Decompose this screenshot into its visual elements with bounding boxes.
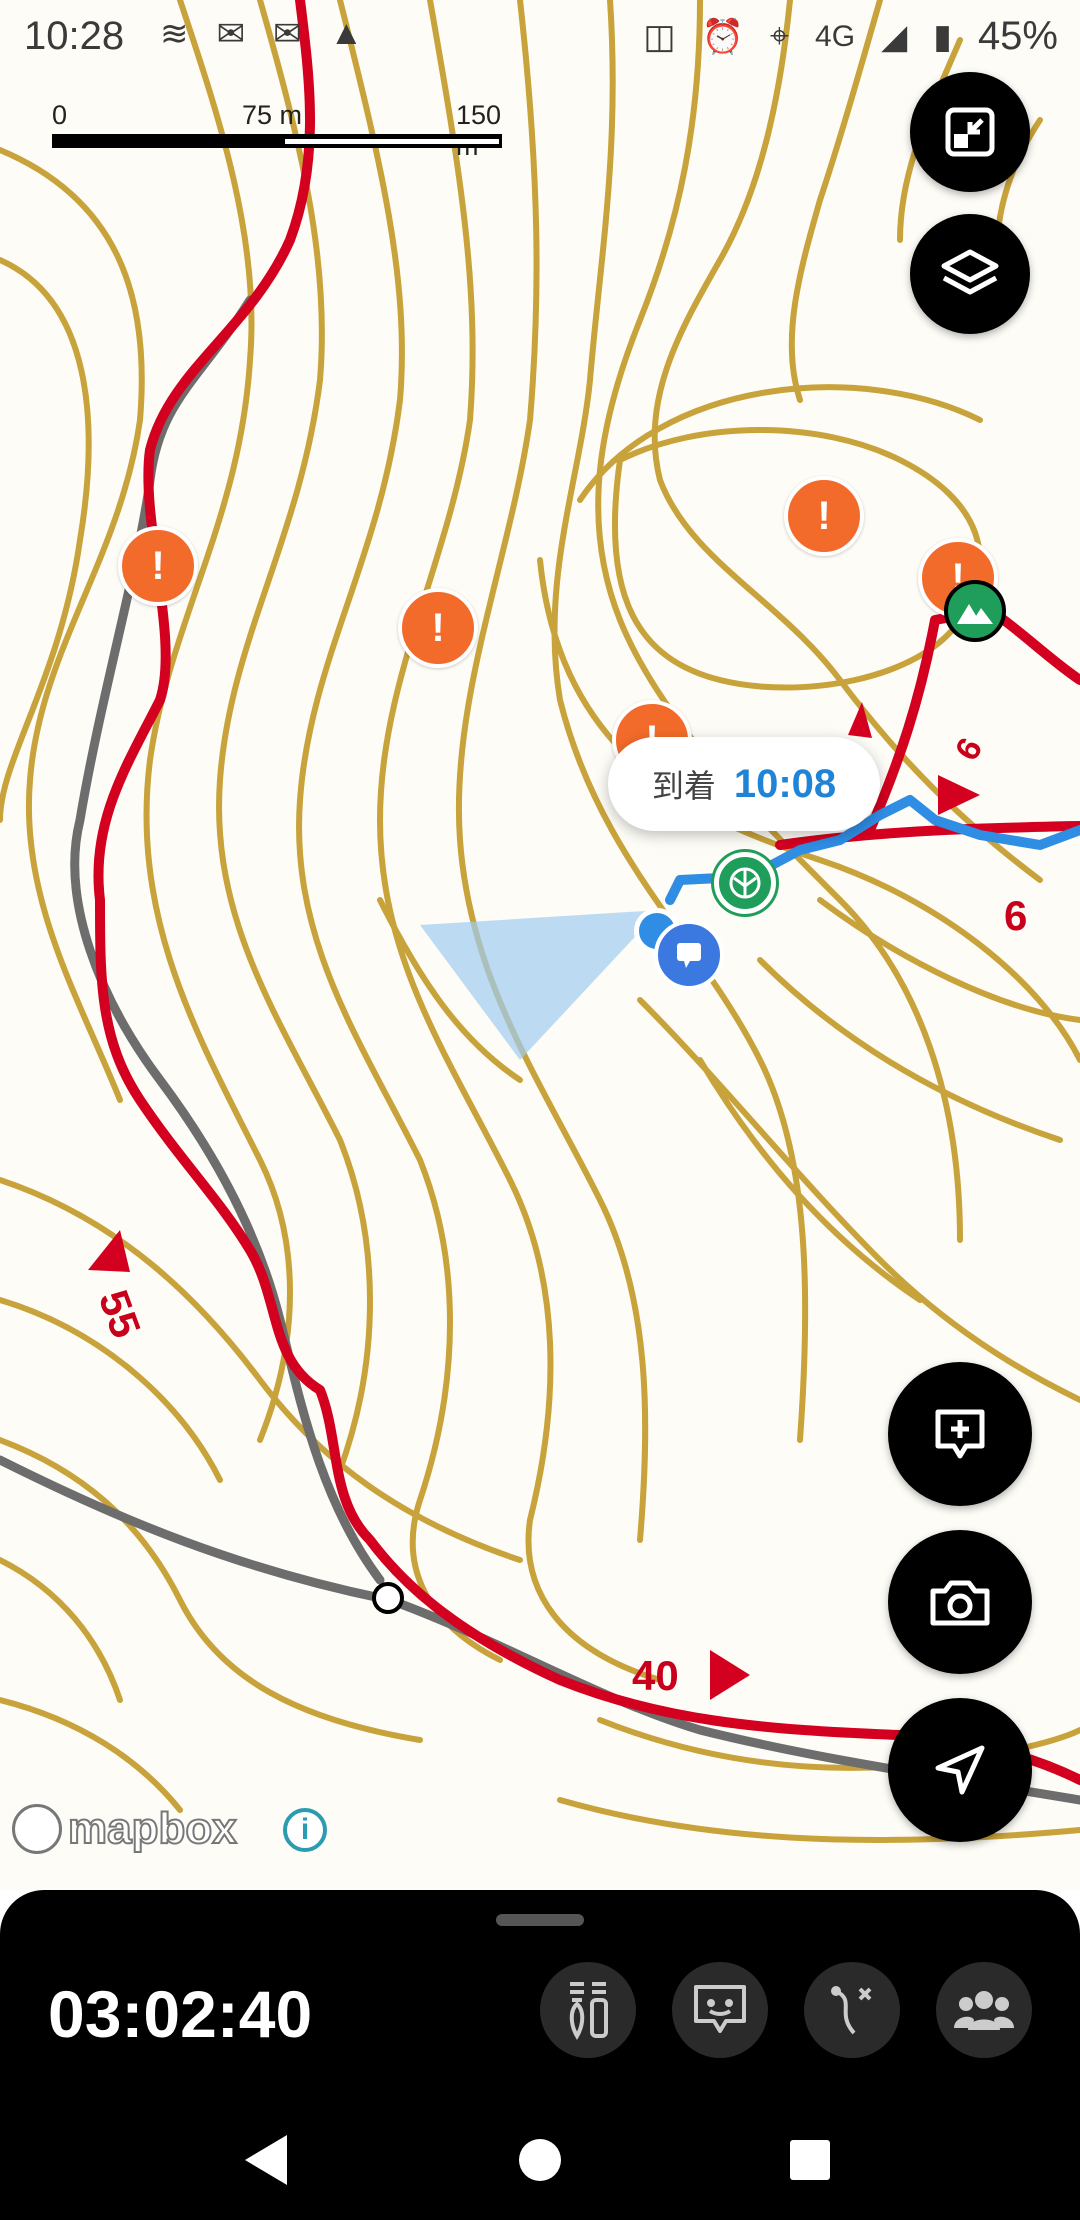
- weather-icon: ≋: [160, 15, 189, 53]
- checkpoint-marker[interactable]: [714, 852, 776, 914]
- mapbox-mark-icon: [12, 1804, 62, 1854]
- signal-icon: ◢: [881, 17, 908, 56]
- layers-icon: [941, 249, 999, 295]
- nfc-icon: ◫: [643, 17, 676, 56]
- arrival-time-tooltip[interactable]: 到着 10:08: [608, 737, 880, 831]
- add-comment-button[interactable]: [888, 1362, 1032, 1506]
- group-button[interactable]: [936, 1962, 1032, 2058]
- camera-icon: [930, 1580, 990, 1626]
- mapbox-logo: mapbox: [12, 1803, 238, 1854]
- battery-percent: 45%: [977, 14, 1058, 58]
- summit-marker[interactable]: [944, 580, 1006, 642]
- scale-label-mid: 75 m: [242, 100, 303, 130]
- scale-label-end: 150 m: [456, 100, 502, 161]
- leaf-icon: [729, 867, 761, 899]
- battery-icon: ▮: [933, 17, 952, 56]
- location-icon: ⌖: [769, 17, 790, 55]
- status-time: 10:28: [24, 14, 125, 58]
- route-segment-number: 6: [1004, 892, 1028, 939]
- route-segment-number: 40: [632, 1652, 679, 1699]
- triangle-app-icon: ▲: [329, 14, 364, 52]
- warning-icon: !: [431, 605, 445, 650]
- sheet-drag-handle[interactable]: [496, 1914, 584, 1926]
- network-type: 4G: [815, 19, 856, 53]
- status-bar: 10:28 ≋ ✉ ✉ ▲ ◫ ⏰ ⌖ 4G ◢ ▮ 45%: [0, 0, 1080, 72]
- warning-icon: !: [151, 543, 165, 588]
- hazard-marker[interactable]: !: [784, 476, 864, 556]
- gear-pack-icon: [569, 1982, 608, 2040]
- back-icon: [245, 2135, 287, 2185]
- exit-fullscreen-button[interactable]: [910, 72, 1030, 192]
- arrival-time: 10:08: [733, 761, 837, 806]
- add-comment-icon: [935, 1409, 985, 1459]
- recents-button[interactable]: [770, 2120, 850, 2200]
- layers-button[interactable]: [910, 214, 1030, 334]
- route-off-button[interactable]: [804, 1962, 900, 2058]
- mail-icon: ✉: [216, 15, 246, 53]
- mapbox-wordmark: mapbox: [67, 1803, 238, 1854]
- home-button[interactable]: [500, 2120, 580, 2200]
- warning-icon: !: [817, 493, 831, 538]
- navigate-button[interactable]: [888, 1698, 1032, 1842]
- back-button[interactable]: [226, 2120, 306, 2200]
- navigate-icon: [935, 1745, 985, 1795]
- route-off-icon: [831, 1986, 872, 2035]
- mountain-icon: [957, 604, 993, 624]
- recents-icon: [790, 2140, 830, 2180]
- home-icon: [519, 2139, 561, 2181]
- elapsed-time: 03:02:40: [48, 1977, 313, 2051]
- camera-button[interactable]: [888, 1530, 1032, 1674]
- hazard-marker[interactable]: !: [398, 588, 478, 668]
- memo-marker[interactable]: [654, 920, 724, 990]
- alarm-icon: ⏰: [701, 17, 744, 56]
- scale-bar-line: [52, 134, 502, 148]
- comment-icon: [677, 943, 701, 968]
- memo-button[interactable]: [672, 1962, 768, 2058]
- system-nav-bar: [0, 2090, 1080, 2220]
- attribution-info-button[interactable]: i: [283, 1808, 327, 1852]
- gear-pack-button[interactable]: [540, 1962, 636, 2058]
- arrival-label: 到着: [651, 768, 716, 804]
- hazard-marker[interactable]: !: [118, 526, 198, 606]
- memo-icon: [694, 1985, 746, 2033]
- mail-icon: ✉: [273, 15, 302, 53]
- group-icon: [954, 1991, 1014, 2030]
- scale-bar: 0 75 m 150 m: [52, 100, 502, 161]
- scale-label-0: 0: [52, 100, 68, 130]
- exit-fullscreen-icon: [945, 107, 995, 157]
